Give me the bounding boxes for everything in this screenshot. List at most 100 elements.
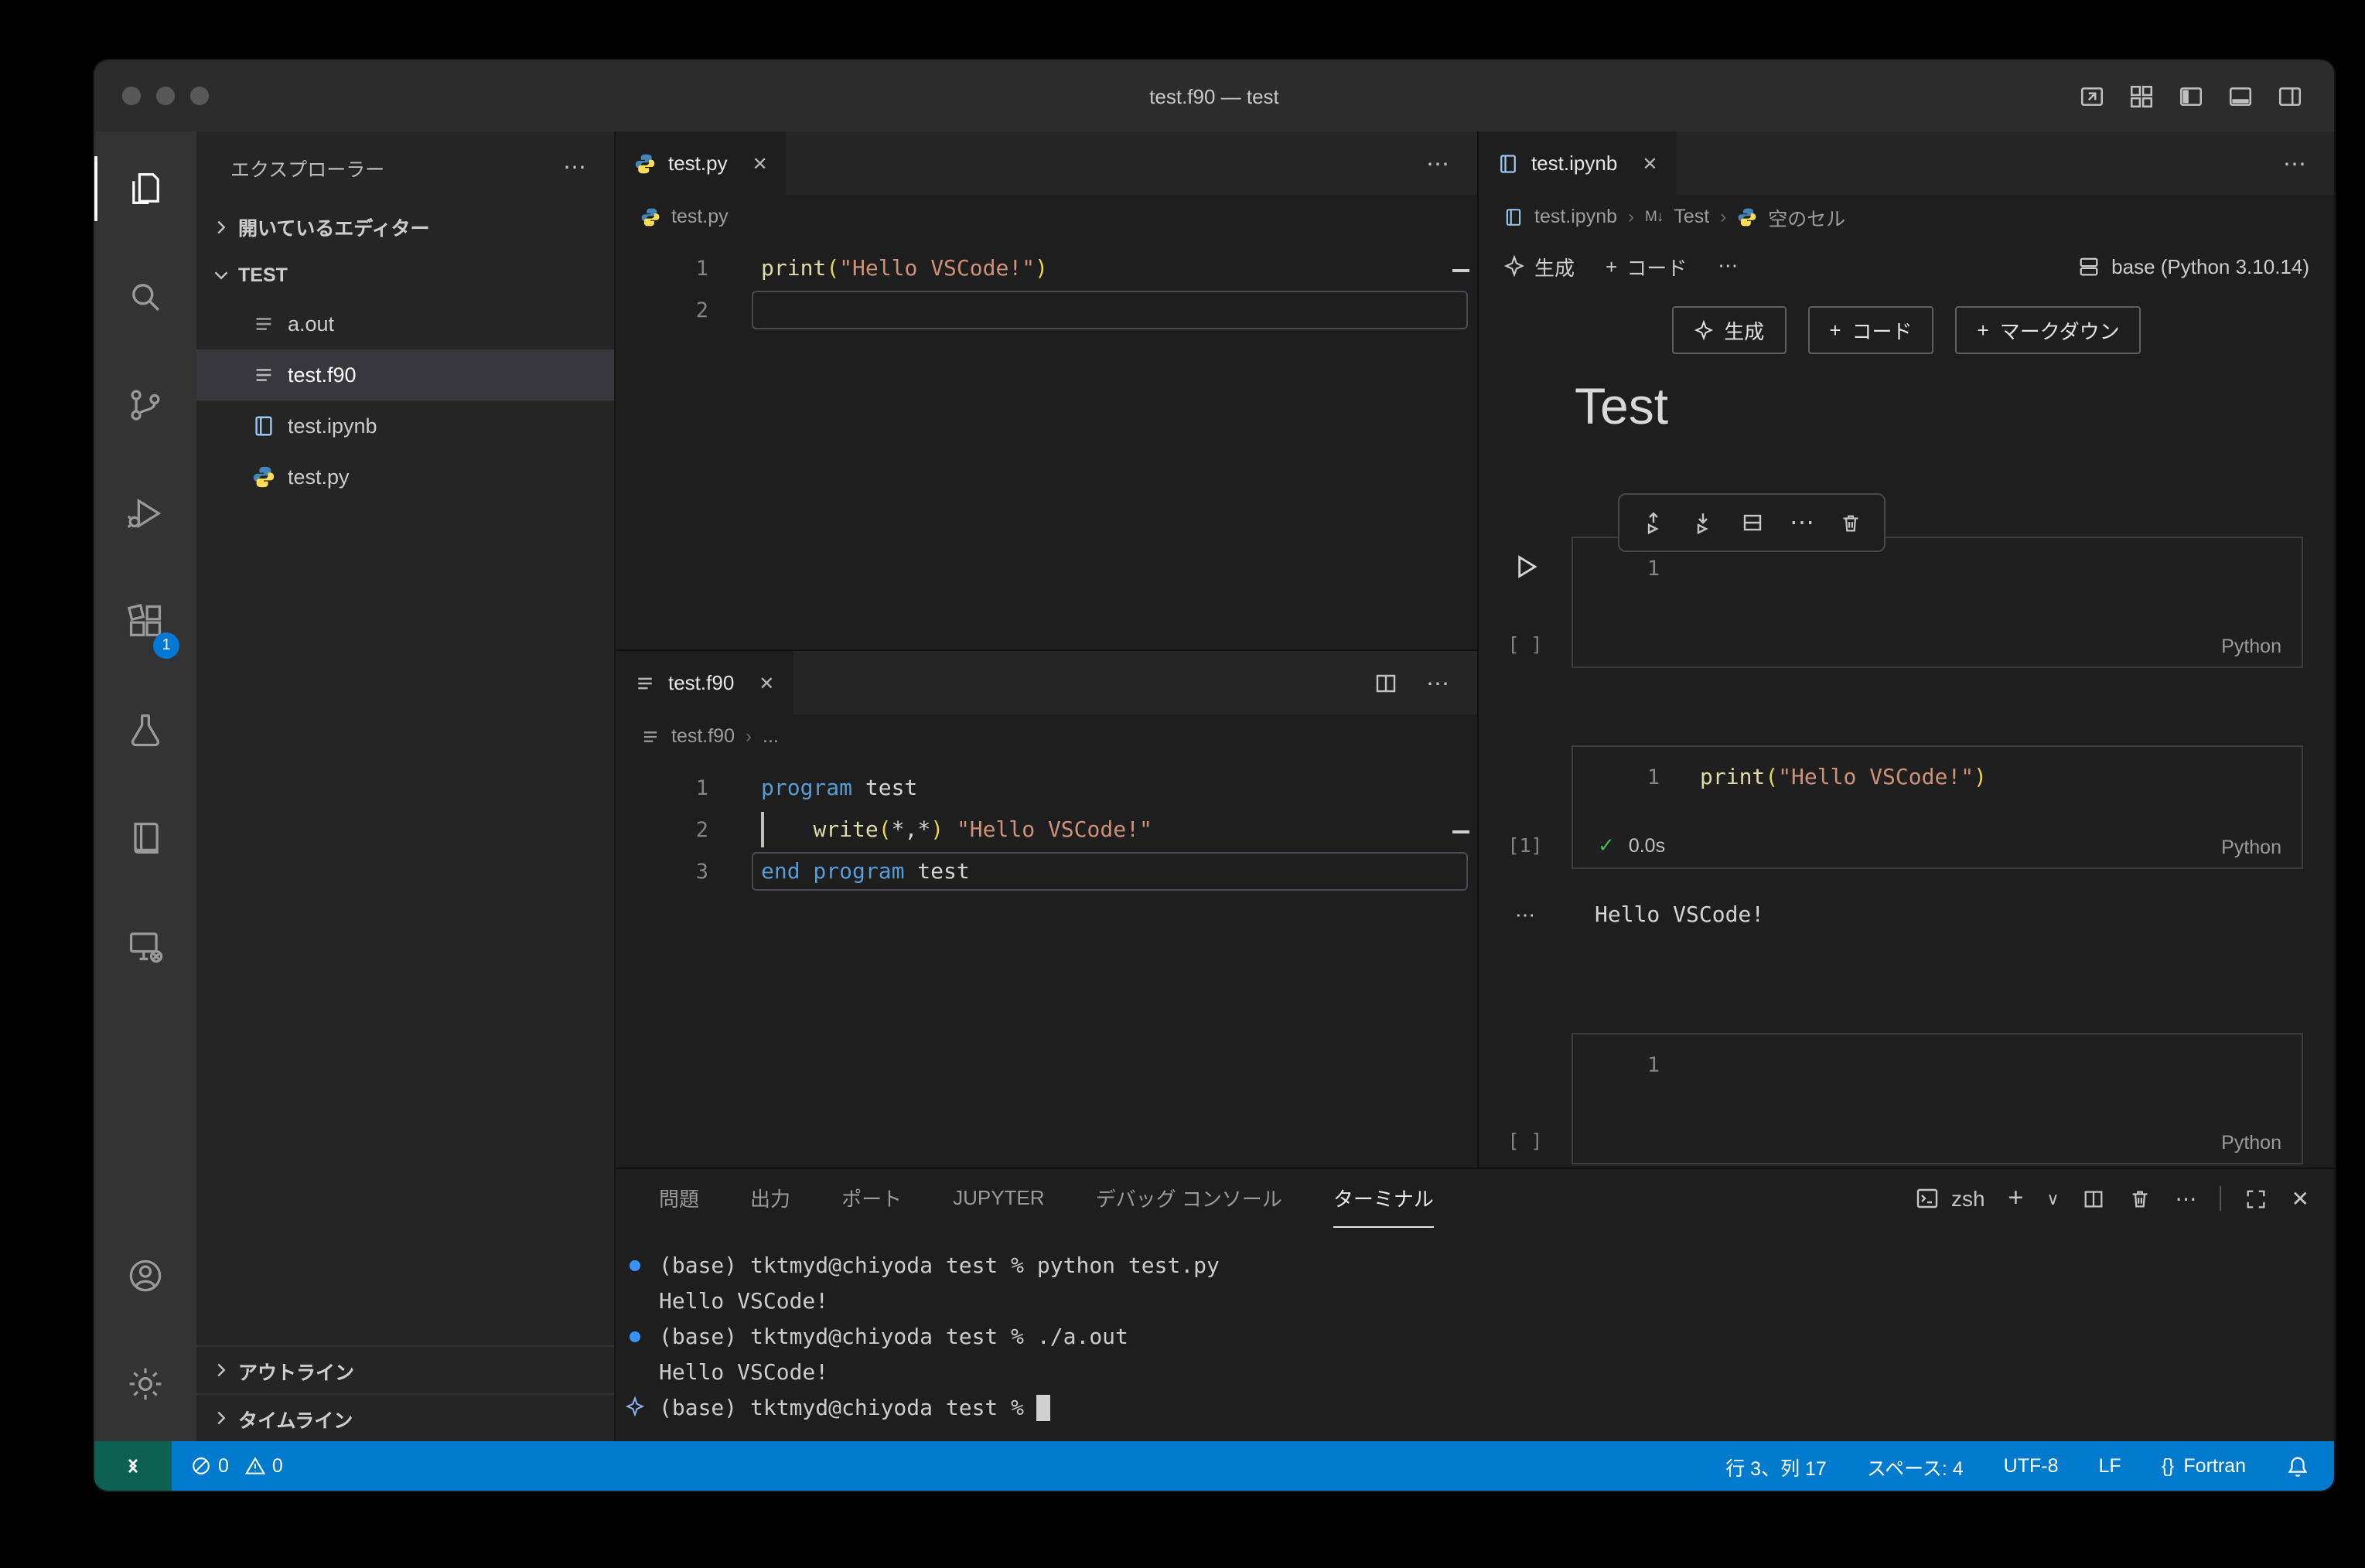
insert-markdown-cell-button[interactable]: + マークダウン: [1956, 305, 2141, 353]
activitybar-source-control[interactable]: [94, 351, 196, 459]
more-actions-icon[interactable]: ⋯: [2283, 149, 2306, 177]
panel-more-icon[interactable]: ⋯: [2176, 1185, 2197, 1212]
activitybar-settings[interactable]: [94, 1330, 196, 1438]
notebook-more-icon[interactable]: ⋯: [1718, 254, 1738, 278]
close-icon[interactable]: ✕: [1642, 152, 1657, 174]
generate-cell-button[interactable]: 生成: [1671, 305, 1786, 353]
section-workspace-root[interactable]: TEST: [196, 251, 614, 298]
panel-tab-ports[interactable]: ポート: [841, 1169, 902, 1228]
file-item-aout[interactable]: a.out: [196, 298, 614, 349]
file-name: a.out: [288, 312, 334, 336]
braces-icon: {}: [2162, 1455, 2175, 1477]
cell-editor[interactable]: 1 print("Hello VSCode!") ✓ 0.0s Python: [1572, 745, 2303, 869]
breadcrumb-item[interactable]: Test: [1674, 206, 1709, 227]
remote-window-icon[interactable]: [2079, 83, 2105, 109]
button-label: 生成: [1534, 251, 1575, 281]
tab-testpy[interactable]: test.py ✕: [616, 131, 787, 195]
code-editor-testpy[interactable]: 1 print("Hello VSCode!") 2: [616, 238, 1477, 649]
more-actions-icon[interactable]: ⋯: [1426, 149, 1449, 177]
sidebar-more-icon[interactable]: ⋯: [563, 153, 586, 181]
tab-label: test.f90: [668, 671, 734, 694]
breadcrumb-item[interactable]: test.f90: [671, 725, 735, 747]
section-outline[interactable]: アウトライン: [196, 1345, 614, 1393]
cell-more-icon[interactable]: ⋯: [1790, 507, 1814, 538]
delete-cell-icon[interactable]: [1839, 511, 1862, 534]
file-item-testf90[interactable]: test.f90: [196, 349, 614, 401]
encoding[interactable]: UTF-8: [2004, 1455, 2059, 1477]
cell-language-picker[interactable]: Python: [2221, 1132, 2281, 1154]
activitybar-explorer[interactable]: [94, 135, 196, 243]
activitybar-account[interactable]: [94, 1222, 196, 1330]
language-mode[interactable]: {} Fortran: [2162, 1455, 2246, 1477]
indent-guide: [761, 812, 764, 847]
output-more-icon[interactable]: ⋯: [1479, 903, 1572, 928]
add-code-cell-button[interactable]: + コード: [1606, 251, 1687, 281]
breadcrumb-item[interactable]: test.ipynb: [1534, 206, 1617, 227]
breadcrumb-item[interactable]: ...: [763, 725, 779, 747]
maximize-panel-icon[interactable]: [2245, 1187, 2268, 1210]
activitybar-notebook[interactable]: [94, 784, 196, 892]
insert-code-cell-button[interactable]: + コード: [1807, 305, 1933, 353]
panel-tab-debug-console[interactable]: デバッグ コンソール: [1096, 1169, 1282, 1228]
cell-editor[interactable]: 1 Python: [1572, 537, 2303, 668]
tab-testipynb[interactable]: test.ipynb ✕: [1479, 131, 1676, 195]
terminal-shell-selector[interactable]: zsh: [1916, 1186, 1985, 1211]
generate-button[interactable]: 生成: [1503, 251, 1575, 281]
kernel-picker[interactable]: base (Python 3.10.14): [2077, 254, 2309, 278]
section-timeline[interactable]: タイムライン: [196, 1393, 614, 1441]
close-panel-icon[interactable]: ✕: [2292, 1185, 2309, 1212]
more-actions-icon[interactable]: ⋯: [1426, 669, 1449, 697]
activitybar-remote-explorer[interactable]: [94, 892, 196, 1000]
close-icon[interactable]: ✕: [759, 672, 774, 694]
kill-terminal-icon[interactable]: [2129, 1187, 2152, 1210]
terminal[interactable]: (base) tktmyd@chiyoda test % python test…: [616, 1228, 2334, 1441]
panel-tab-output[interactable]: 出力: [750, 1169, 790, 1228]
notifications-bell-icon[interactable]: [2286, 1454, 2309, 1478]
problems-status[interactable]: 0 0: [190, 1455, 283, 1477]
toggle-sidebar-left-icon[interactable]: [2178, 83, 2204, 109]
new-terminal-icon[interactable]: +: [2008, 1183, 2024, 1214]
toggle-sidebar-right-icon[interactable]: [2277, 83, 2303, 109]
zoom-window-button[interactable]: [190, 87, 209, 105]
remote-indicator[interactable]: [94, 1441, 172, 1491]
cursor-position[interactable]: 行 3、列 17: [1725, 1451, 1827, 1481]
code-editor-testf90[interactable]: 1 program test 2 write(*,*) "Hello VSCod…: [616, 758, 1477, 1167]
file-item-testpy[interactable]: test.py: [196, 452, 614, 503]
close-icon[interactable]: ✕: [752, 152, 768, 174]
run-cell-button[interactable]: [1510, 552, 1540, 581]
eol-sequence[interactable]: LF: [2099, 1455, 2121, 1477]
indentation[interactable]: スペース: 4: [1867, 1451, 1964, 1481]
run-below-icon[interactable]: [1691, 510, 1715, 535]
token: ): [1974, 765, 1987, 790]
terminal-icon: [1916, 1186, 1940, 1211]
cell-language-picker[interactable]: Python: [2221, 837, 2281, 858]
kernel-label: base (Python 3.10.14): [2111, 254, 2309, 278]
prompt: (base) tktmyd@chiyoda test %: [659, 1253, 1024, 1278]
run-above-icon[interactable]: [1641, 510, 1666, 535]
activitybar-extensions[interactable]: 1: [94, 568, 196, 676]
tab-testf90[interactable]: test.f90 ✕: [616, 651, 793, 714]
split-editor-icon[interactable]: [1374, 670, 1398, 695]
panel-tab-terminal[interactable]: ターミナル: [1333, 1169, 1434, 1228]
split-terminal-icon[interactable]: [2083, 1187, 2106, 1210]
section-open-editors[interactable]: 開いているエディター: [196, 203, 614, 251]
cell-editor[interactable]: 1 Python: [1572, 1033, 2303, 1164]
terminal-dropdown-icon[interactable]: ∨: [2046, 1188, 2059, 1208]
overview-ruler-mark: [1452, 830, 1469, 833]
panel-tab-problems[interactable]: 問題: [659, 1169, 699, 1228]
gear-icon: [125, 1364, 166, 1404]
cell-language-picker[interactable]: Python: [2221, 636, 2281, 657]
split-cell-icon[interactable]: [1740, 510, 1765, 535]
panel-tab-jupyter[interactable]: JUPYTER: [953, 1169, 1044, 1228]
breadcrumb-item[interactable]: 空のセル: [1768, 202, 1845, 231]
activitybar-search[interactable]: [94, 243, 196, 351]
minimize-window-button[interactable]: [156, 87, 175, 105]
close-window-button[interactable]: [122, 87, 141, 105]
file-item-testipynb[interactable]: test.ipynb: [196, 401, 614, 452]
activitybar-run-debug[interactable]: [94, 459, 196, 568]
token: program: [761, 775, 852, 800]
layout-grid-icon[interactable]: [2128, 83, 2155, 109]
toggle-panel-icon[interactable]: [2227, 83, 2254, 109]
breadcrumb-item[interactable]: test.py: [671, 206, 729, 227]
activitybar-testing[interactable]: [94, 676, 196, 784]
